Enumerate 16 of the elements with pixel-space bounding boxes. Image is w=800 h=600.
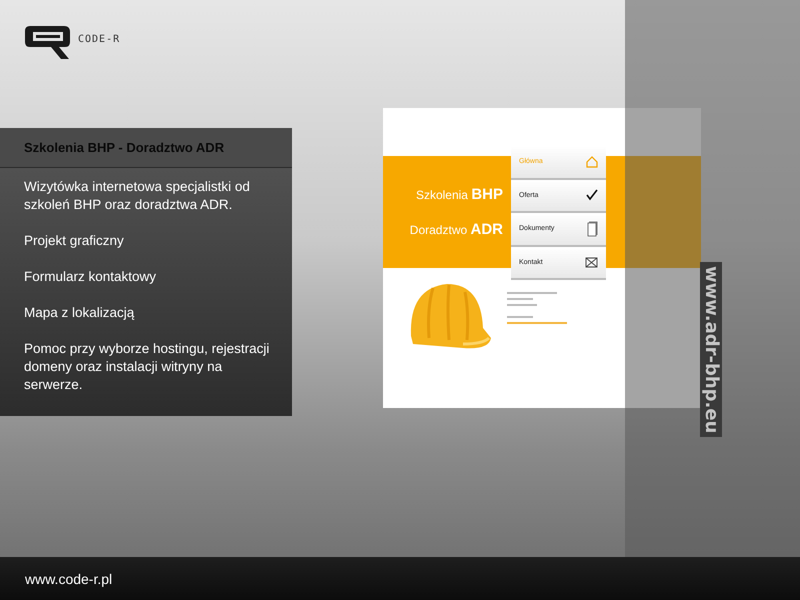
feature-text: Mapa z lokalizacją [24, 304, 136, 322]
feature-text: Projekt graficzny [24, 232, 125, 250]
project-title: Szkolenia BHP - Doradztwo ADR [24, 140, 224, 155]
footer-link[interactable]: www.code-r.pl [25, 570, 112, 586]
mockup-headline: Szkolenia BHP [416, 186, 503, 203]
mockup-headline: Doradztwo ADR [410, 221, 503, 238]
logo-text: CODE-R [78, 34, 120, 45]
feature-text: Wizytówka internetowa specjalistki od szkoleń BHP oraz doradztwa ADR. [24, 178, 251, 214]
logo-icon [24, 24, 72, 60]
site-url: www.adr-bhp.eu [700, 262, 722, 438]
feature-text: Pomoc przy wyborze hostingu, rejestracji domeny oraz instalacji witryny na serwerze. [24, 340, 270, 394]
envelope-icon [585, 256, 598, 268]
check-icon [586, 189, 598, 202]
feature-text: Formularz kontaktowy [24, 268, 158, 286]
document-icon [587, 220, 598, 237]
house-icon [586, 156, 598, 168]
